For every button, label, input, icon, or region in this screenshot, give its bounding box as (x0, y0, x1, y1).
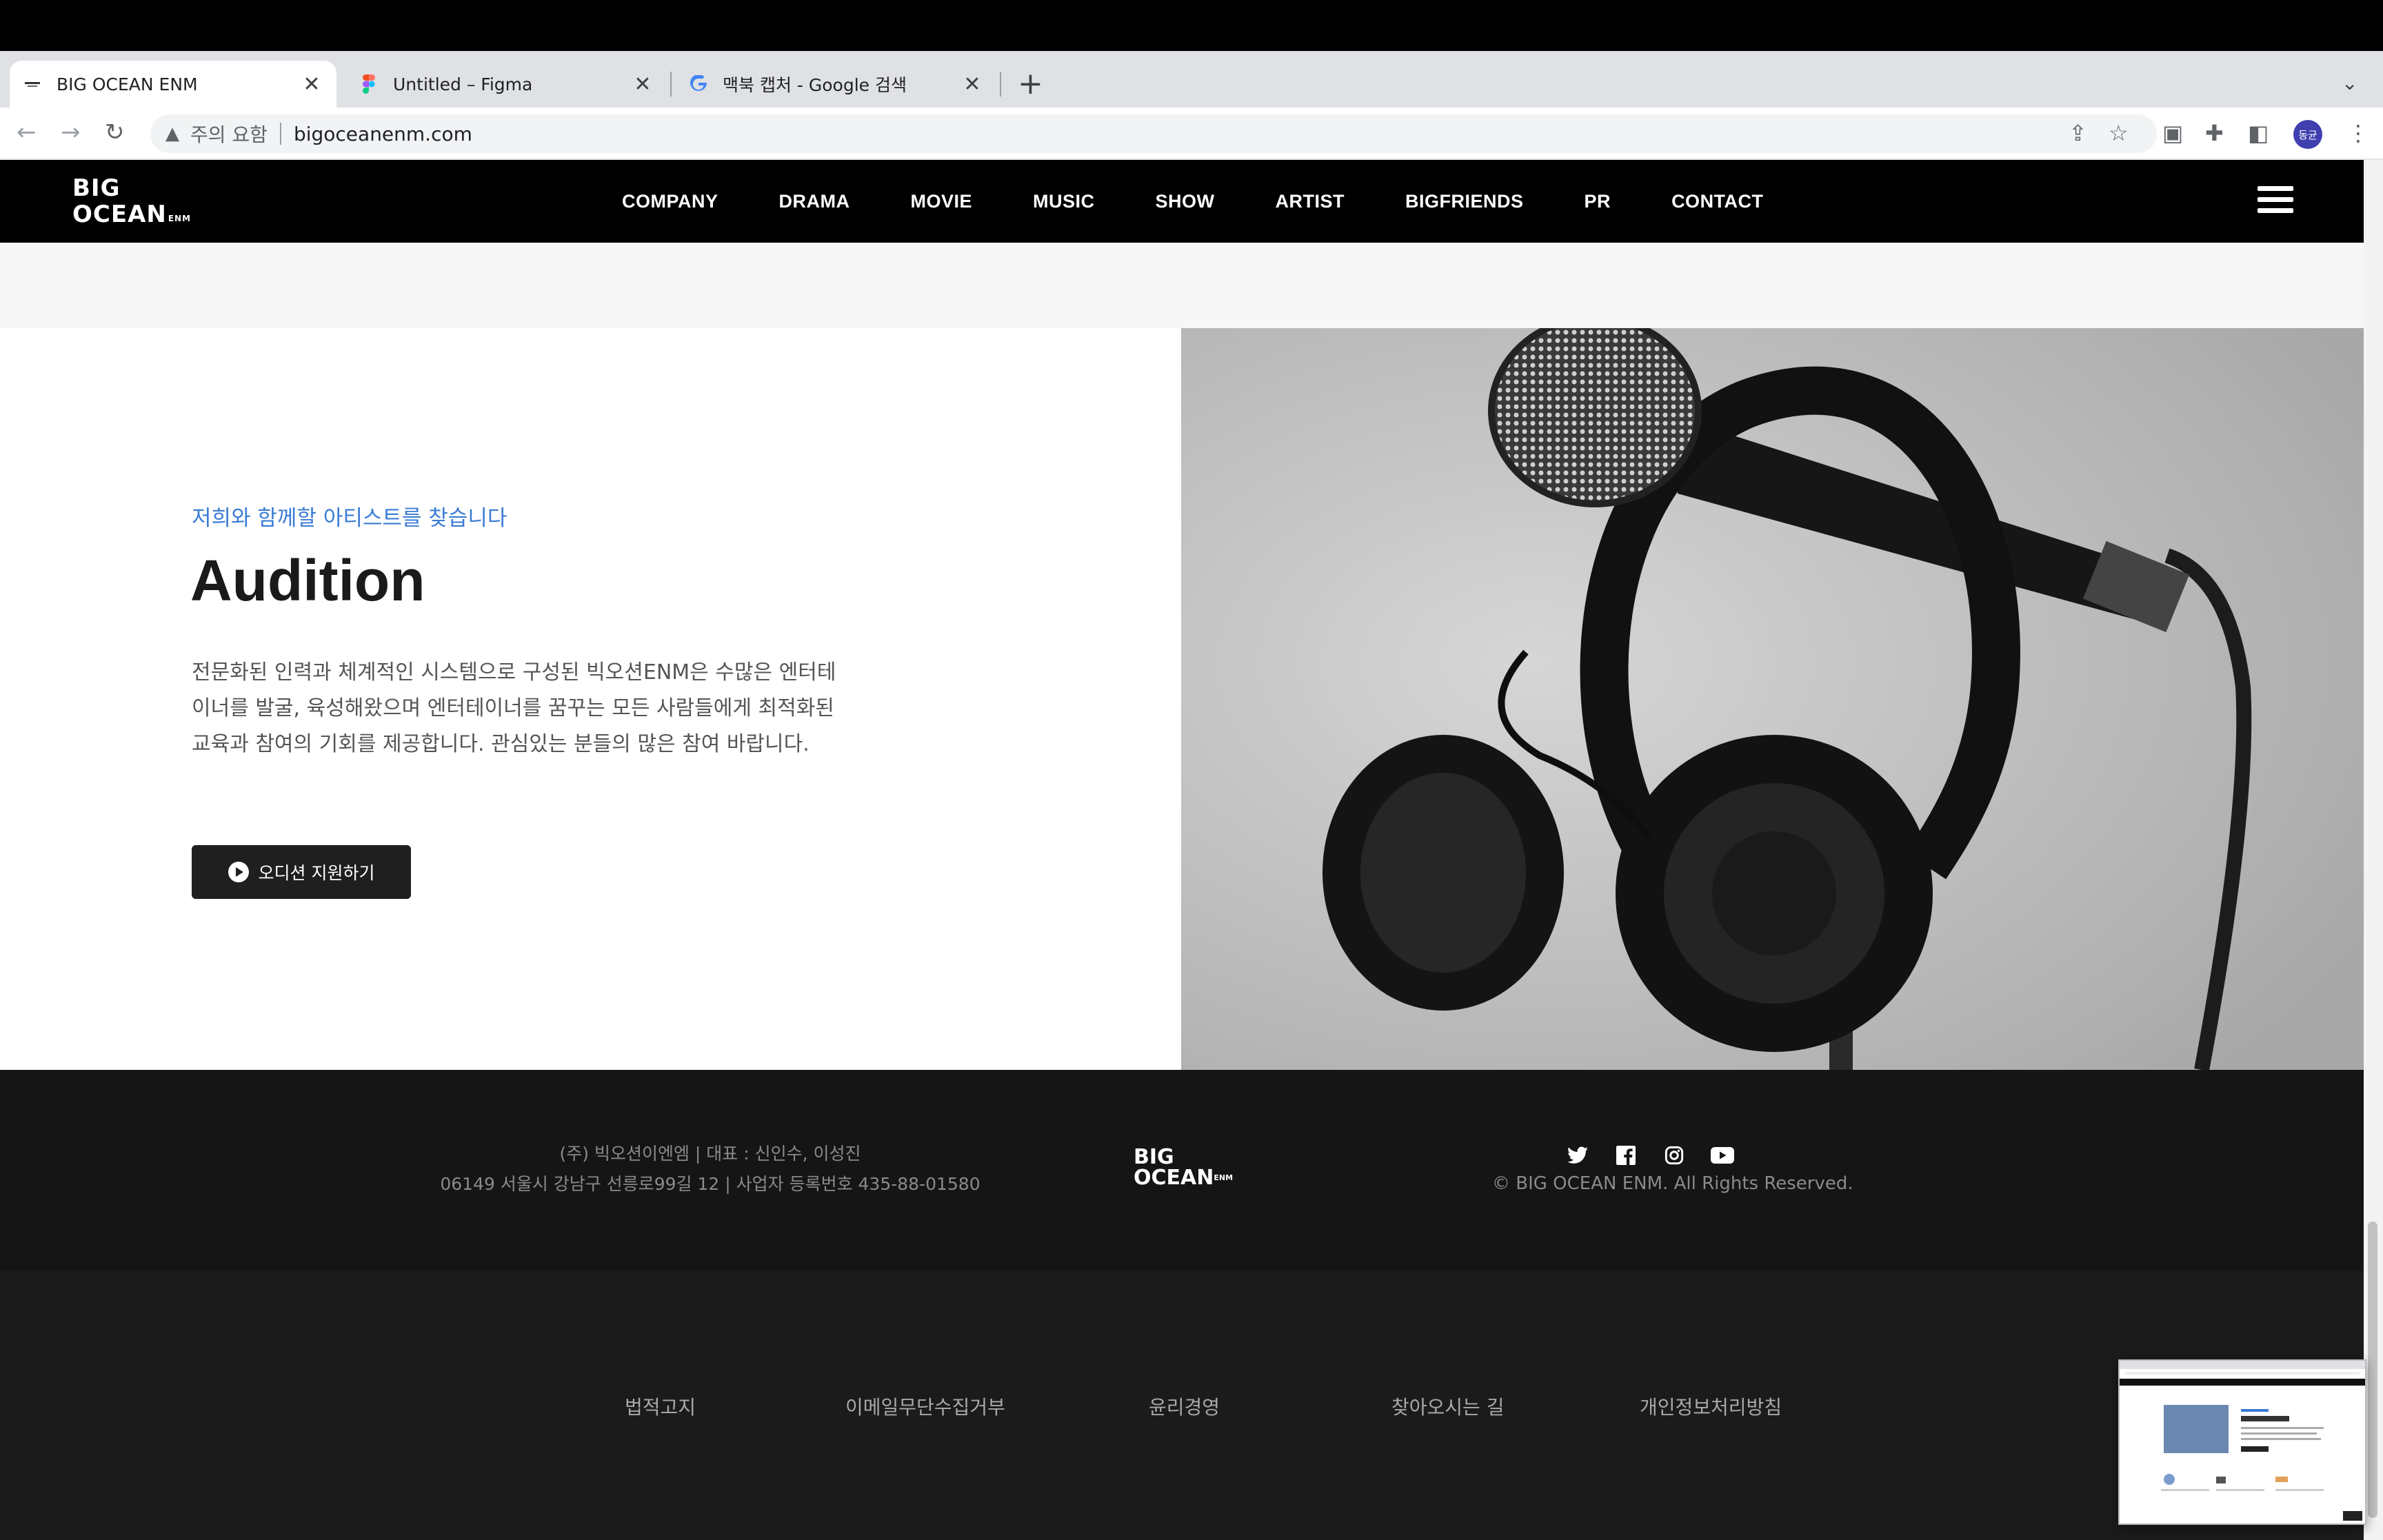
warning-triangle-icon[interactable]: ▲ (165, 123, 179, 144)
youtube-icon[interactable] (1710, 1143, 1735, 1168)
close-icon[interactable]: ✕ (960, 72, 985, 97)
browser-tabstrip: BIG OCEAN ENM ✕ Untitled – Figma ✕ 맥북 캡처… (0, 51, 2383, 108)
close-icon[interactable]: ✕ (630, 72, 655, 97)
play-circle-icon (228, 862, 249, 882)
logo-suffix: ENM (168, 214, 192, 223)
footer-link-directions[interactable]: 찾아오시는 길 (1391, 1392, 1504, 1420)
google-icon (688, 74, 709, 94)
nav-item-artist[interactable]: ARTIST (1276, 191, 1345, 212)
tab-separator (1000, 72, 1001, 97)
tab-title: 맥북 캡처 - Google 검색 (723, 75, 907, 95)
site-logo[interactable]: BIG OCEAN ENM (72, 175, 190, 227)
nav-item-movie[interactable]: MOVIE (911, 191, 973, 212)
main-nav: COMPANY DRAMA MOVIE MUSIC SHOW ARTIST BI… (622, 160, 1824, 243)
browser-tab-figma[interactable]: Untitled – Figma ✕ (346, 61, 667, 108)
nav-item-show[interactable]: SHOW (1156, 191, 1215, 212)
bigocean-favicon-icon (22, 74, 43, 94)
logo-line-1: BIG (72, 174, 121, 202)
tab-separator (670, 72, 672, 97)
address-bar[interactable]: ▲ 주의 요함 bigoceanenm.com (150, 114, 2157, 153)
extension-image-icon[interactable]: ▣ (2162, 120, 2183, 146)
browser-tab-bigocean[interactable]: BIG OCEAN ENM ✕ (10, 61, 336, 108)
site-header: BIG OCEAN ENM COMPANY DRAMA MOVIE MUSIC S… (0, 160, 2364, 243)
footer-logo-line-2: OCEAN (1134, 1166, 1214, 1190)
extensions-puzzle-icon[interactable]: ✚ (2205, 120, 2224, 146)
footer-link-ethics[interactable]: 윤리경영 (1149, 1392, 1220, 1420)
social-links (1565, 1143, 1758, 1168)
os-menu-bar (0, 0, 2383, 51)
new-tab-button[interactable]: + (1018, 68, 1043, 101)
browser-tab-google[interactable]: 맥북 캡처 - Google 검색 ✕ (676, 61, 997, 108)
url-text[interactable]: bigoceanenm.com (294, 123, 472, 145)
footer-logo-line-1: BIG (1134, 1145, 1174, 1169)
share-icon[interactable]: ⇪ (2069, 120, 2087, 146)
section-spacer (0, 243, 2364, 328)
side-panel-icon[interactable]: ◧ (2248, 120, 2269, 146)
footer-logo[interactable]: BIG OCEANENM (1134, 1147, 1233, 1188)
audition-description: 전문화된 인력과 체계적인 시스템으로 구성된 빅오션ENM은 수많은 엔터테이… (192, 660, 836, 756)
audition-title: Audition (190, 548, 425, 613)
browser-menu-icon[interactable]: ⋮ (2347, 120, 2369, 146)
logo-line-2: OCEAN (72, 201, 167, 228)
audition-section: 저희와 함께할 아티스트를 찾습니다 Audition 전문화된 인력과 체계적… (0, 328, 1181, 1070)
footer-logo-suffix: ENM (1214, 1173, 1234, 1182)
bookmark-star-icon[interactable]: ☆ (2109, 120, 2129, 146)
nav-item-drama[interactable]: DRAMA (779, 191, 850, 212)
nav-item-music[interactable]: MUSIC (1033, 191, 1095, 212)
nav-item-contact[interactable]: CONTACT (1671, 191, 1763, 212)
facebook-icon[interactable] (1613, 1143, 1638, 1168)
footer-link-email-refusal[interactable]: 이메일무단수집거부 (845, 1392, 1005, 1420)
page-scrollbar[interactable] (2364, 160, 2383, 1540)
omnibox-divider (279, 123, 281, 145)
footer-info: (주) 빅오션이엔엠 | 대표 : 신인수, 이성진 06149 서울시 강남구… (0, 1070, 2364, 1271)
twitter-icon[interactable] (1565, 1143, 1590, 1168)
screenshot-thumbnail-preview[interactable] (2118, 1359, 2366, 1525)
nav-item-company[interactable]: COMPANY (622, 191, 718, 212)
browser-toolbar: ← → ↻ ▲ 주의 요함 bigoceanenm.com ⇪ ☆ ▣ ✚ ◧ … (0, 108, 2383, 160)
hamburger-menu-icon[interactable] (2258, 186, 2293, 219)
back-button[interactable]: ← (17, 119, 37, 146)
microphone-headphones-photo (1181, 328, 2364, 1070)
tab-title: Untitled – Figma (393, 74, 533, 94)
tab-title: BIG OCEAN ENM (57, 74, 198, 94)
security-warning-label[interactable]: 주의 요함 (190, 120, 268, 148)
tab-search-chevron-icon[interactable]: ⌄ (2342, 72, 2357, 94)
footer-link-privacy-policy[interactable]: 개인정보처리방침 (1640, 1392, 1782, 1420)
copyright-text: © BIG OCEAN ENM. All Rights Reserved. (1492, 1173, 1853, 1194)
instagram-icon[interactable] (1662, 1143, 1687, 1168)
nav-item-bigfriends[interactable]: BIGFRIENDS (1405, 191, 1524, 212)
audition-subtitle: 저희와 함께할 아티스트를 찾습니다 (192, 506, 507, 531)
footer-link-legal-notice[interactable]: 법적고지 (625, 1392, 696, 1420)
scrollbar-thumb[interactable] (2368, 1222, 2377, 1518)
apply-button-label: 오디션 지원하기 (258, 863, 375, 883)
forward-button[interactable]: → (61, 119, 81, 146)
profile-avatar[interactable]: 동균 (2293, 120, 2322, 149)
close-icon[interactable]: ✕ (299, 72, 324, 97)
apply-audition-button[interactable]: 오디션 지원하기 (192, 845, 411, 899)
reload-button[interactable]: ↻ (105, 119, 125, 146)
nav-item-pr[interactable]: PR (1585, 191, 1611, 212)
footer-links: 법적고지 이메일무단수집거부 윤리경영 찾아오시는 길 개인정보처리방침 (0, 1271, 2364, 1540)
figma-icon (359, 74, 379, 94)
